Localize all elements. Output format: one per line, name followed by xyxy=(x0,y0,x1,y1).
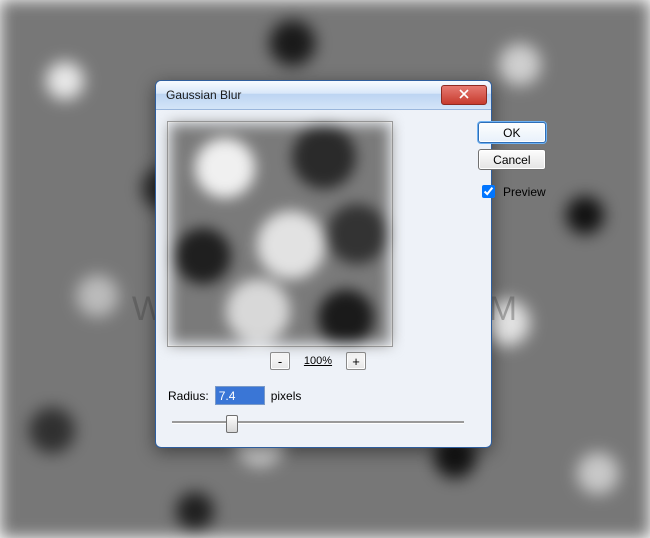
ok-button[interactable]: OK xyxy=(478,122,546,143)
dialog-titlebar[interactable]: Gaussian Blur xyxy=(156,81,491,110)
radius-input[interactable] xyxy=(215,386,265,405)
slider-thumb[interactable] xyxy=(226,415,238,433)
radius-label: Radius: xyxy=(168,389,209,403)
radius-unit: pixels xyxy=(271,389,302,403)
dialog-title: Gaussian Blur xyxy=(166,88,439,102)
minus-icon: - xyxy=(278,355,282,368)
radius-slider[interactable] xyxy=(168,413,468,433)
preview-checkbox-label: Preview xyxy=(503,185,546,199)
preview-image[interactable] xyxy=(169,123,391,345)
zoom-out-button[interactable]: - xyxy=(270,352,290,370)
close-button[interactable] xyxy=(441,85,487,105)
zoom-level: 100% xyxy=(300,355,336,367)
cancel-button[interactable]: Cancel xyxy=(478,149,546,170)
preview-checkbox[interactable] xyxy=(482,185,495,198)
zoom-in-button[interactable]: + xyxy=(346,352,366,370)
preview-checkbox-row[interactable]: Preview xyxy=(478,182,546,201)
preview-frame xyxy=(168,122,392,346)
gaussian-blur-dialog: Gaussian Blur - 100% + Radius: xyxy=(155,80,492,448)
plus-icon: + xyxy=(352,355,360,368)
close-icon xyxy=(459,88,469,102)
slider-track xyxy=(172,421,464,424)
